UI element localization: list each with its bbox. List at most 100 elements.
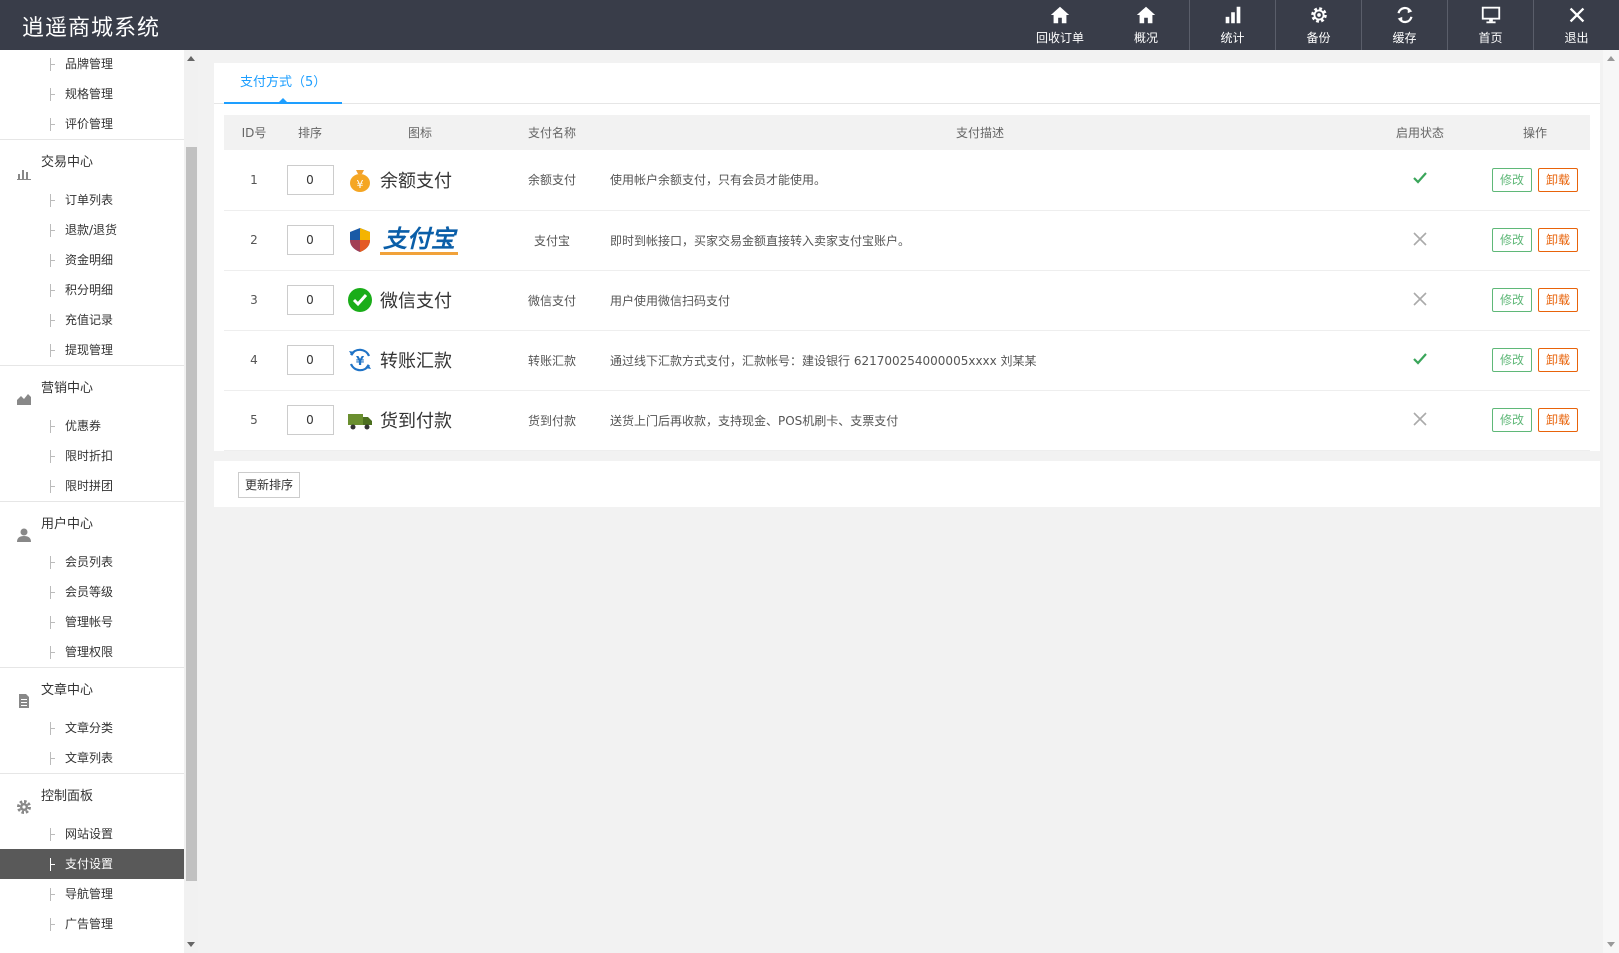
col-status: 启用状态 (1360, 115, 1480, 150)
sidebar-item-orders[interactable]: 订单列表 (0, 185, 184, 215)
payment-table: ID号 排序 图标 支付名称 支付描述 启用状态 操作 1 ¥ (224, 115, 1590, 451)
cross-icon[interactable] (1411, 410, 1429, 428)
sidebar-group-articles[interactable]: 文章中心 (0, 667, 184, 713)
table-row: 3 微信支付 微信支付 用户使用微信扫码支付 修改卸载 (224, 270, 1590, 331)
sidebar-scrollbar[interactable] (184, 50, 198, 953)
cell-actions: 修改 卸载 (1480, 210, 1590, 271)
tab-payment-methods[interactable]: 支付方式（5） (224, 63, 343, 104)
topnav-label: 备份 (1306, 31, 1331, 45)
user-icon (16, 517, 32, 542)
cell-status[interactable] (1360, 390, 1480, 451)
sort-input[interactable] (286, 405, 334, 435)
payment-logo: 微信支付 (336, 280, 504, 320)
sort-input[interactable] (286, 285, 334, 315)
edit-button[interactable]: 修改 (1491, 228, 1532, 252)
sidebar-item-navigation[interactable]: 导航管理 (0, 879, 184, 909)
cross-icon[interactable] (1411, 230, 1429, 248)
check-icon[interactable] (1411, 169, 1429, 187)
sidebar-item-admin-accounts[interactable]: 管理帐号 (0, 607, 184, 637)
topnav-logout[interactable]: 退出 (1533, 0, 1619, 50)
cell-id: 5 (224, 390, 284, 451)
update-sort-button[interactable]: 更新排序 (238, 471, 301, 498)
scroll-up-arrow-icon[interactable] (1607, 56, 1615, 61)
sidebar-item-coupons[interactable]: 优惠券 (0, 411, 184, 441)
sidebar-item-funds[interactable]: 资金明细 (0, 245, 184, 275)
edit-button[interactable]: 修改 (1491, 167, 1532, 192)
cell-actions: 修改 卸载 (1480, 390, 1590, 451)
sidebar-item-payment-settings[interactable]: 支付设置 (0, 849, 184, 879)
sidebar-item-brand[interactable]: 品牌管理 (0, 50, 184, 79)
sidebar-item-spec[interactable]: 规格管理 (0, 79, 184, 109)
cell-sort (284, 390, 336, 451)
cell-status[interactable] (1360, 210, 1480, 271)
cell-desc: 送货上门后再收款，支持现金、POS机刷卡、支票支付 (600, 390, 1360, 451)
sort-input[interactable] (286, 164, 334, 195)
sidebar-item-member-level[interactable]: 会员等级 (0, 577, 184, 607)
scroll-up-arrow-icon[interactable] (187, 56, 195, 61)
topnav-statistics[interactable]: 统计 (1189, 0, 1275, 50)
topnav-overview[interactable]: 概况 (1103, 0, 1189, 50)
topnav-recycle-orders[interactable]: 回收订单 (1017, 0, 1103, 50)
uninstall-button[interactable]: 卸载 (1538, 348, 1579, 372)
cell-name: 支付宝 (504, 210, 600, 271)
truck-icon (346, 406, 374, 434)
cell-status[interactable] (1360, 270, 1480, 331)
sidebar-group-marketing[interactable]: 营销中心 (0, 365, 184, 411)
sidebar-item-permissions[interactable]: 管理权限 (0, 637, 184, 667)
caret-up-icon (279, 98, 288, 102)
cell-status[interactable] (1360, 150, 1480, 211)
topnav-home[interactable]: 首页 (1447, 0, 1533, 50)
main-content: 支付方式（5） ID号 排序 图标 支付名称 支付描述 启用状态 操作 1 0 … (214, 63, 1600, 507)
money-bag-icon: ¥ (346, 166, 374, 194)
sidebar-item-recharge[interactable]: 充值记录 (0, 305, 184, 335)
sidebar-group-control-panel[interactable]: 控制面板 (0, 773, 184, 819)
cell-logo: ¥ 转账汇款 (336, 330, 504, 391)
check-icon[interactable] (1411, 350, 1429, 368)
uninstall-button[interactable]: 卸载 (1538, 228, 1579, 252)
uninstall-button[interactable]: 卸载 (1538, 408, 1579, 432)
uninstall-button[interactable]: 卸载 (1538, 288, 1579, 312)
sidebar-item-withdraw[interactable]: 提现管理 (0, 335, 184, 365)
uninstall-button[interactable]: 卸载 (1538, 167, 1579, 192)
sidebar-item-members[interactable]: 会员列表 (0, 547, 184, 577)
sidebar-group-label: 控制面板 (41, 789, 94, 804)
sidebar-item-site-settings[interactable]: 网站设置 (0, 819, 184, 849)
edit-button[interactable]: 修改 (1491, 408, 1532, 432)
sidebar-item-refunds[interactable]: 退款/退货 (0, 215, 184, 245)
sidebar-group-label: 营销中心 (41, 381, 94, 396)
topnav-backup[interactable]: 备份 (1275, 0, 1361, 50)
sort-input[interactable] (286, 225, 334, 255)
sort-input[interactable] (286, 345, 334, 375)
edit-button[interactable]: 修改 (1491, 348, 1532, 372)
topnav-cache[interactable]: 缓存 (1361, 0, 1447, 50)
sidebar-item-group-buy[interactable]: 限时拼团 (0, 471, 184, 501)
col-sort: 排序 (284, 115, 336, 150)
sidebar-group-users[interactable]: 用户中心 (0, 501, 184, 547)
sidebar-item-article-category[interactable]: 文章分类 (0, 713, 184, 743)
cross-icon[interactable] (1411, 290, 1429, 308)
sidebar-item-review[interactable]: 评价管理 (0, 109, 184, 139)
scrollbar-thumb[interactable] (186, 147, 197, 881)
col-name: 支付名称 (504, 115, 600, 150)
app-title: 逍遥商城系统 (22, 16, 161, 41)
cell-name: 余额支付 (504, 150, 600, 211)
table-row: 5 货到付款 货到付款 送货上门后再收款，支持现金、POS机刷卡、支票支付 (224, 390, 1590, 451)
area-chart-icon (16, 381, 32, 405)
page-scrollbar[interactable] (1603, 50, 1619, 953)
topnav-label: 缓存 (1392, 31, 1417, 45)
cell-desc: 通过线下汇款方式支付，汇款帐号：建设银行 621700254000005xxxx… (600, 330, 1360, 391)
top-nav: 回收订单 概况 统计 备份 缓存 首页 退出 (1017, 0, 1619, 50)
scroll-down-arrow-icon[interactable] (1607, 942, 1615, 947)
sidebar-item-points[interactable]: 积分明细 (0, 275, 184, 305)
sidebar-item-discount[interactable]: 限时折扣 (0, 441, 184, 471)
sidebar-item-article-list[interactable]: 文章列表 (0, 743, 184, 773)
sidebar-item-ads[interactable]: 广告管理 (0, 909, 184, 939)
cell-id: 2 (224, 210, 284, 271)
table-row: 2 支付宝 支付宝 即时到帐接口，买家交易金额直接转入卖家支付宝账户。 (224, 210, 1590, 271)
cell-status[interactable] (1360, 330, 1480, 391)
sidebar-group-trade[interactable]: 交易中心 (0, 139, 184, 185)
col-icon: 图标 (336, 115, 504, 150)
scroll-down-arrow-icon[interactable] (187, 942, 195, 947)
table-header-row: ID号 排序 图标 支付名称 支付描述 启用状态 操作 (224, 115, 1590, 150)
edit-button[interactable]: 修改 (1491, 288, 1532, 312)
